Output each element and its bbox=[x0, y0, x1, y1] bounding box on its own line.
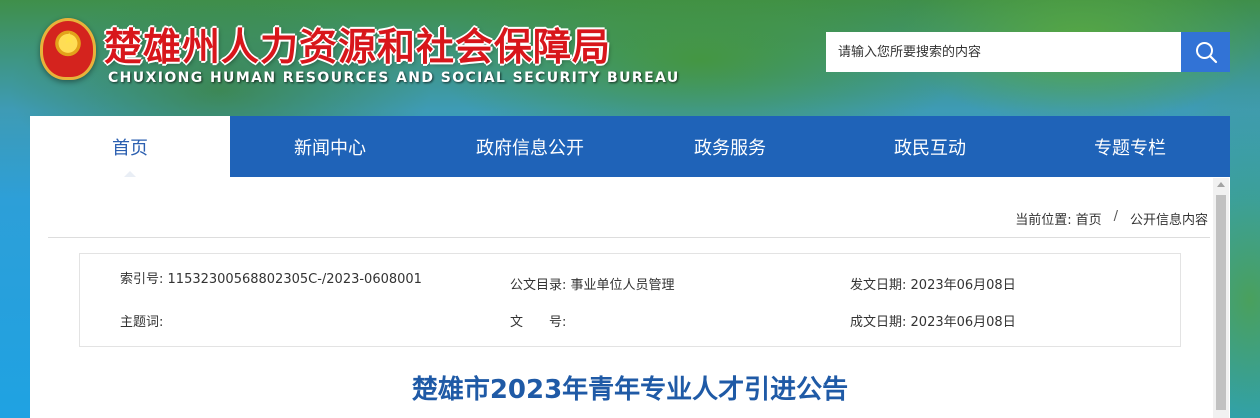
document-number: 文 号: bbox=[510, 311, 566, 330]
index-value: 11532300568802305C-/2023-0608001 bbox=[167, 272, 422, 287]
issue-date-label: 发文日期: bbox=[850, 278, 907, 293]
content-panel: 当前位置: 首页 / 公开信息内容 索引号: 11532300568802305… bbox=[30, 177, 1230, 418]
issue-date: 发文日期: 2023年06月08日 bbox=[850, 274, 1016, 293]
site-subtitle: CHUXIONG HUMAN RESOURCES AND SOCIAL SECU… bbox=[108, 70, 680, 86]
site-title[interactable]: 楚雄州人力资源和社会保障局 bbox=[104, 16, 611, 71]
nav-item-home[interactable]: 首页 bbox=[30, 116, 230, 178]
main-nav: 首页 新闻中心 政府信息公开 政务服务 政民互动 专题专栏 bbox=[30, 116, 1230, 178]
document-info-box: 索引号: 11532300568802305C-/2023-0608001 公文… bbox=[79, 253, 1181, 347]
index-label: 索引号: bbox=[120, 272, 164, 287]
written-date-label: 成文日期: bbox=[850, 315, 907, 330]
keywords-label: 主题词: bbox=[120, 315, 164, 330]
site-header: ★ 楚雄州人力资源和社会保障局 CHUXIONG HUMAN RESOURCES… bbox=[0, 0, 1260, 116]
nav-item-gov-info[interactable]: 政府信息公开 bbox=[430, 116, 630, 177]
catalog: 公文目录: 事业单位人员管理 bbox=[510, 274, 675, 293]
search-icon bbox=[1195, 42, 1217, 64]
star-icon: ★ bbox=[62, 29, 77, 48]
nav-item-topics[interactable]: 专题专栏 bbox=[1030, 116, 1230, 177]
national-emblem-icon[interactable]: ★ bbox=[40, 18, 96, 80]
written-date: 成文日期: 2023年06月08日 bbox=[850, 311, 1016, 330]
catalog-value: 事业单位人员管理 bbox=[570, 278, 675, 293]
index-number: 索引号: 11532300568802305C-/2023-0608001 bbox=[120, 268, 422, 287]
breadcrumb-current[interactable]: 公开信息内容 bbox=[1130, 209, 1208, 228]
scroll-thumb[interactable] bbox=[1216, 195, 1226, 410]
scrollbar[interactable] bbox=[1213, 178, 1229, 418]
breadcrumb: 当前位置: 首页 / 公开信息内容 bbox=[1015, 209, 1208, 228]
breadcrumb-home-link[interactable]: 首页 bbox=[1076, 209, 1102, 228]
breadcrumb-separator: / bbox=[1113, 209, 1118, 224]
breadcrumb-prefix: 当前位置: bbox=[1015, 213, 1072, 228]
nav-item-news[interactable]: 新闻中心 bbox=[230, 116, 430, 177]
search-button[interactable] bbox=[1181, 32, 1230, 72]
written-date-value: 2023年06月08日 bbox=[910, 315, 1016, 330]
scroll-up-arrow-icon[interactable] bbox=[1217, 182, 1225, 187]
doc-no-label: 文 号: bbox=[510, 315, 567, 330]
nav-item-interaction[interactable]: 政民互动 bbox=[830, 116, 1030, 177]
issue-date-value: 2023年06月08日 bbox=[910, 278, 1016, 293]
nav-item-services[interactable]: 政务服务 bbox=[630, 116, 830, 177]
catalog-label: 公文目录: bbox=[510, 278, 567, 293]
search-input[interactable] bbox=[826, 32, 1181, 72]
divider bbox=[48, 237, 1210, 238]
article-title: 楚雄市2023年青年专业人才引进公告 bbox=[411, 375, 849, 405]
keywords: 主题词: bbox=[120, 311, 163, 330]
search-bar bbox=[826, 32, 1230, 72]
